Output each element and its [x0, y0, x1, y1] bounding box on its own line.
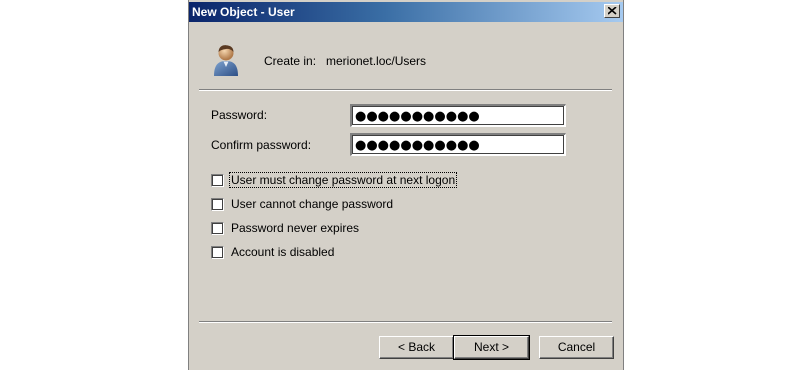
- close-icon: [608, 7, 617, 15]
- password-field[interactable]: ●●●●●●●●●●●: [350, 104, 566, 127]
- separator: [199, 321, 612, 323]
- checkbox[interactable]: [211, 198, 224, 211]
- password-label: Password:: [211, 108, 268, 122]
- checkbox-label: Account is disabled: [231, 245, 335, 259]
- checkbox[interactable]: [211, 174, 224, 187]
- title-bar[interactable]: New Object - User: [189, 2, 623, 22]
- create-in-label: Create in:: [264, 54, 317, 68]
- separator: [199, 89, 612, 91]
- confirm-password-label: Confirm password:: [211, 138, 312, 152]
- new-user-dialog: New Object - User Create in: merionet.lo…: [188, 0, 624, 370]
- checkbox-label: User must change password at next logon: [228, 172, 458, 188]
- back-button[interactable]: < Back: [379, 336, 454, 359]
- confirm-password-field[interactable]: ●●●●●●●●●●●: [350, 133, 566, 156]
- checkbox-label: Password never expires: [231, 221, 360, 235]
- checkbox[interactable]: [211, 246, 224, 259]
- checkbox[interactable]: [211, 222, 224, 235]
- close-button[interactable]: [604, 4, 620, 18]
- cancel-button[interactable]: Cancel: [539, 336, 614, 359]
- next-button[interactable]: Next >: [453, 335, 530, 360]
- window-title: New Object - User: [192, 5, 295, 19]
- user-icon: [214, 45, 238, 76]
- checkbox-label: User cannot change password: [231, 197, 394, 211]
- create-in-path: merionet.loc/Users: [326, 54, 427, 68]
